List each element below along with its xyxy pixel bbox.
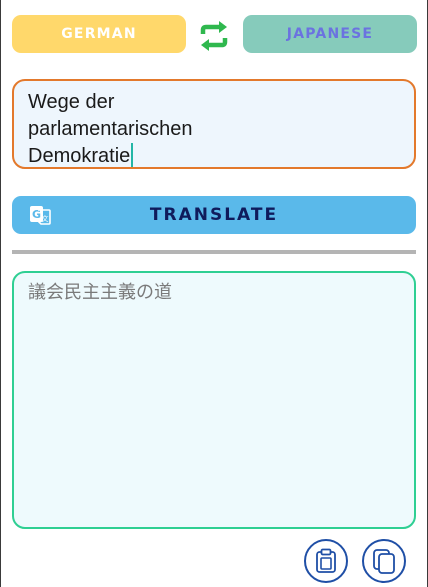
source-text-value: Wege der parlamentarischen Demokratie — [28, 91, 193, 167]
copy-icon — [373, 549, 395, 574]
source-language-label: GERMAN — [61, 26, 137, 42]
frame-left-edge — [0, 0, 1, 587]
clipboard-icon — [316, 548, 336, 573]
translate-label: TRANSLATE — [149, 205, 279, 225]
target-language-label: JAPANESE — [286, 26, 374, 42]
source-text-input[interactable]: Wege der parlamentarischen Demokratie — [12, 79, 416, 169]
swap-arrows-icon — [200, 21, 228, 51]
translation-output-text: 議会民主主義の道 — [28, 282, 172, 303]
swap-languages-button[interactable] — [196, 18, 232, 54]
source-language-button[interactable]: GERMAN — [12, 15, 186, 53]
text-cursor — [131, 143, 134, 167]
translation-output: 議会民主主義の道 — [12, 271, 416, 529]
paste-button[interactable] — [304, 539, 348, 583]
translate-button[interactable]: G 文 TRANSLATE — [12, 196, 416, 234]
section-divider — [12, 250, 416, 254]
target-language-button[interactable]: JAPANESE — [243, 15, 417, 53]
copy-button[interactable] — [362, 539, 406, 583]
